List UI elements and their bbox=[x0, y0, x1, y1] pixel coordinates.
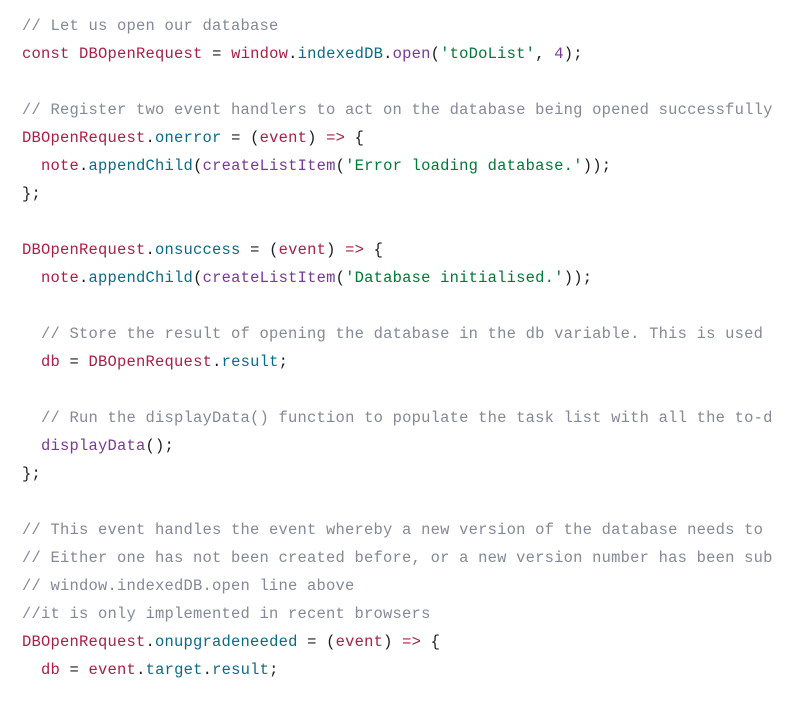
code-token-p: )); bbox=[583, 157, 612, 175]
code-token-p: = ( bbox=[241, 241, 279, 259]
code-token-p: . bbox=[203, 661, 213, 679]
code-token-p bbox=[22, 269, 41, 287]
code-token-id: DBOpenRequest bbox=[22, 129, 146, 147]
code-token-kw: => bbox=[326, 129, 345, 147]
code-token-pr: appendChild bbox=[89, 157, 194, 175]
code-token-p: ) bbox=[326, 241, 345, 259]
code-token-p: ); bbox=[564, 45, 583, 63]
code-token-p: . bbox=[136, 661, 146, 679]
code-token-p: (); bbox=[146, 437, 175, 455]
code-token-fn: open bbox=[393, 45, 431, 63]
code-token-p: ) bbox=[307, 129, 326, 147]
code-token-p: . bbox=[288, 45, 298, 63]
code-token-id: DBOpenRequest bbox=[22, 633, 146, 651]
code-token-id: event bbox=[336, 633, 384, 651]
code-token-p bbox=[22, 325, 41, 343]
code-token-p: ( bbox=[336, 157, 346, 175]
code-token-p: . bbox=[383, 45, 393, 63]
code-token-p: }; bbox=[22, 185, 41, 203]
code-token-p: { bbox=[364, 241, 383, 259]
code-token-c: // This event handles the event whereby … bbox=[22, 521, 763, 539]
code-token-id: db bbox=[41, 661, 60, 679]
code-token-p bbox=[22, 157, 41, 175]
code-token-s: 'Error loading database.' bbox=[345, 157, 583, 175]
code-token-p bbox=[22, 353, 41, 371]
code-token-c: // window.indexedDB.open line above bbox=[22, 577, 355, 595]
code-token-p: = ( bbox=[222, 129, 260, 147]
code-token-c: // Let us open our database bbox=[22, 17, 279, 35]
code-token-p: . bbox=[79, 157, 89, 175]
code-token-p: ; bbox=[279, 353, 289, 371]
code-token-p: { bbox=[421, 633, 440, 651]
code-token-pr: onerror bbox=[155, 129, 222, 147]
code-token-p: ( bbox=[193, 157, 203, 175]
code-token-id: event bbox=[89, 661, 137, 679]
code-token-kw: => bbox=[345, 241, 364, 259]
code-token-pr: result bbox=[212, 661, 269, 679]
code-token-s: 'Database initialised.' bbox=[345, 269, 564, 287]
code-token-fn: createListItem bbox=[203, 269, 336, 287]
code-token-id: note bbox=[41, 157, 79, 175]
code-token-id: window bbox=[231, 45, 288, 63]
code-token-p: . bbox=[212, 353, 222, 371]
code-token-c: // Register two event handlers to act on… bbox=[22, 101, 773, 119]
code-token-p: )); bbox=[564, 269, 593, 287]
code-token-p bbox=[22, 661, 41, 679]
code-token-id: event bbox=[279, 241, 327, 259]
code-token-id: event bbox=[260, 129, 308, 147]
code-token-id: DBOpenRequest bbox=[79, 45, 203, 63]
code-token-c: // Either one has not been created befor… bbox=[22, 549, 773, 567]
code-token-pr: indexedDB bbox=[298, 45, 384, 63]
code-token-c: // Run the displayData() function to pop… bbox=[41, 409, 773, 427]
code-token-p: ) bbox=[383, 633, 402, 651]
code-token-p: . bbox=[146, 129, 156, 147]
code-token-pr: target bbox=[146, 661, 203, 679]
code-token-p: . bbox=[146, 633, 156, 651]
code-token-pr: onupgradeneeded bbox=[155, 633, 298, 651]
code-token-p: , bbox=[535, 45, 554, 63]
code-token-n: 4 bbox=[554, 45, 564, 63]
code-token-id: DBOpenRequest bbox=[89, 353, 213, 371]
code-token-c: // Store the result of opening the datab… bbox=[41, 325, 763, 343]
code-token-fn: createListItem bbox=[203, 157, 336, 175]
code-token-id: DBOpenRequest bbox=[22, 241, 146, 259]
code-token-kw: const bbox=[22, 45, 70, 63]
code-token-pr: appendChild bbox=[89, 269, 194, 287]
code-token-pr: onsuccess bbox=[155, 241, 241, 259]
code-token-id: db bbox=[41, 353, 60, 371]
code-token-p: = bbox=[60, 661, 89, 679]
code-token-p: . bbox=[79, 269, 89, 287]
code-token-p bbox=[70, 45, 80, 63]
code-token-p: ( bbox=[431, 45, 441, 63]
code-token-p: ( bbox=[193, 269, 203, 287]
code-token-s: 'toDoList' bbox=[440, 45, 535, 63]
code-token-p: = bbox=[203, 45, 232, 63]
code-token-kw: => bbox=[402, 633, 421, 651]
code-token-p: }; bbox=[22, 465, 41, 483]
code-token-p bbox=[22, 409, 41, 427]
code-token-p: = bbox=[60, 353, 89, 371]
code-token-pr: result bbox=[222, 353, 279, 371]
code-token-p: . bbox=[146, 241, 156, 259]
code-token-p: ; bbox=[269, 661, 279, 679]
code-token-p: { bbox=[345, 129, 364, 147]
code-token-p bbox=[22, 437, 41, 455]
code-block: // Let us open our database const DBOpen… bbox=[0, 0, 800, 714]
code-token-id: note bbox=[41, 269, 79, 287]
code-token-p: = ( bbox=[298, 633, 336, 651]
code-token-fn: displayData bbox=[41, 437, 146, 455]
code-token-p: ( bbox=[336, 269, 346, 287]
code-token-c: //it is only implemented in recent brows… bbox=[22, 605, 431, 623]
